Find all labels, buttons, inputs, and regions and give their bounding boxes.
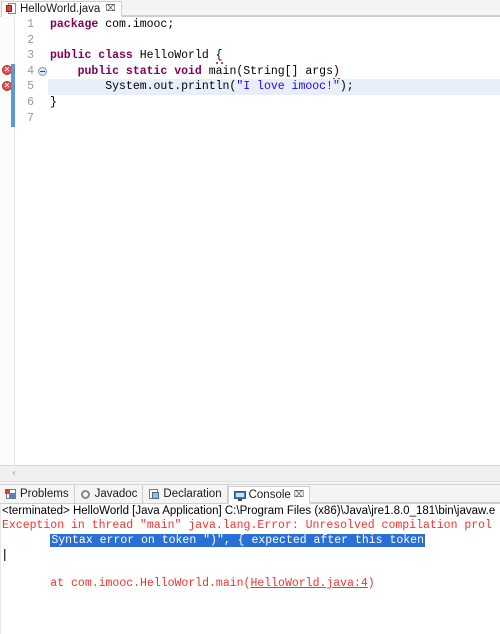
tab-javadoc[interactable]: Javadoc bbox=[75, 485, 144, 503]
console-blank-line-2 bbox=[0, 563, 500, 578]
stack-trace-link[interactable]: HelloWorld.java:4 bbox=[250, 577, 367, 590]
console-process-header: <terminated> HelloWorld [Java Applicatio… bbox=[2, 505, 496, 517]
editor-folding-ruler[interactable] bbox=[37, 17, 48, 465]
code-line-3[interactable]: public class HelloWorld { bbox=[48, 48, 500, 65]
eclipse-ide-window: HelloWorld.java ⌧ ✕ ✕ 1 2 3 4 5 6 7 pack… bbox=[0, 0, 500, 634]
console-blank-line bbox=[0, 548, 500, 563]
console-left-border bbox=[0, 504, 1, 634]
close-icon[interactable]: ⌧ bbox=[105, 4, 115, 14]
console-icon bbox=[233, 489, 246, 501]
code-line-1[interactable]: package com.imooc; bbox=[48, 17, 500, 33]
line-number: 2 bbox=[27, 33, 34, 47]
editor-line-numbers: 1 2 3 4 5 6 7 bbox=[15, 17, 37, 465]
editor-code-area[interactable]: package com.imooc; public class HelloWor… bbox=[48, 17, 500, 465]
console-tab-strip-empty bbox=[310, 485, 500, 503]
console-output[interactable]: <terminated> HelloWorld [Java Applicatio… bbox=[0, 504, 500, 634]
problems-icon bbox=[5, 488, 17, 500]
java-file-icon bbox=[6, 3, 17, 15]
console-selected-message-line[interactable]: Syntax error on token ")", { expected af… bbox=[0, 533, 500, 549]
tab-declaration[interactable]: Declaration bbox=[143, 485, 228, 503]
selected-message-indent bbox=[2, 534, 50, 547]
fold-collapse-icon[interactable] bbox=[38, 67, 47, 76]
editor-tab-helloworld-java[interactable]: HelloWorld.java ⌧ bbox=[1, 1, 122, 17]
console-stack-trace-line[interactable]: at com.imooc.HelloWorld.main(HelloWorld.… bbox=[0, 577, 500, 592]
close-icon[interactable]: ⌧ bbox=[294, 490, 304, 500]
editor-tab-label: HelloWorld.java bbox=[20, 3, 101, 15]
console-part: Problems Javadoc Declaration Console ⌧ <… bbox=[0, 485, 500, 634]
text-caret bbox=[4, 549, 5, 561]
editor-marker-ruler[interactable]: ✕ ✕ bbox=[0, 17, 15, 465]
console-tab-bar: Problems Javadoc Declaration Console ⌧ bbox=[0, 485, 500, 504]
code-line-6[interactable]: } bbox=[48, 95, 500, 111]
code-line-7[interactable] bbox=[48, 111, 500, 127]
line-number: 1 bbox=[27, 18, 34, 31]
code-line-5[interactable]: System.out.println("I love imooc!"); bbox=[48, 79, 500, 95]
tab-declaration-label: Declaration bbox=[163, 488, 222, 500]
editor-tab-bar: HelloWorld.java ⌧ bbox=[0, 0, 500, 17]
declaration-icon bbox=[148, 488, 160, 500]
scroll-left-arrow-icon[interactable]: ‹ bbox=[0, 468, 28, 479]
tab-javadoc-label: Javadoc bbox=[94, 488, 138, 500]
editor-body[interactable]: ✕ ✕ 1 2 3 4 5 6 7 package com.imooc; pub… bbox=[0, 17, 500, 465]
code-line-4[interactable]: public static void main(String[] args) bbox=[48, 64, 500, 80]
tab-problems[interactable]: Problems bbox=[0, 485, 75, 503]
line-number: 3 bbox=[27, 49, 34, 63]
console-exception-line: Exception in thread "main" java.lang.Err… bbox=[2, 519, 492, 532]
line-number: 5 bbox=[27, 80, 34, 94]
editor-part: HelloWorld.java ⌧ ✕ ✕ 1 2 3 4 5 6 7 pack… bbox=[0, 0, 500, 481]
tab-console[interactable]: Console ⌧ bbox=[227, 486, 311, 504]
selected-message-text[interactable]: Syntax error on token ")", { expected af… bbox=[50, 533, 425, 547]
code-line-2[interactable] bbox=[48, 33, 500, 49]
editor-tab-strip-empty bbox=[121, 0, 500, 16]
tab-console-label: Console bbox=[248, 489, 291, 501]
scrollbar-track[interactable] bbox=[28, 466, 500, 482]
line-number: 6 bbox=[27, 95, 34, 109]
editor-horizontal-scrollbar[interactable]: ‹ bbox=[0, 465, 500, 481]
stack-trace-suffix: ) bbox=[367, 577, 375, 590]
javadoc-icon bbox=[80, 488, 92, 500]
line-number: 7 bbox=[27, 111, 34, 125]
tab-problems-label: Problems bbox=[20, 488, 69, 500]
line-number: 4 bbox=[27, 64, 34, 78]
